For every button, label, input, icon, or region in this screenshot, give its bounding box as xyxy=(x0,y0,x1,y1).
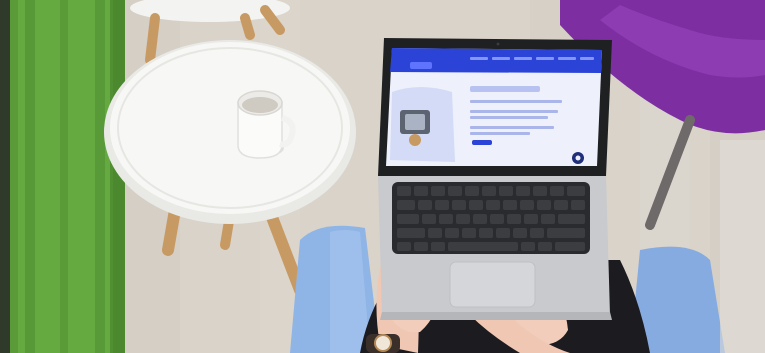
scene-svg xyxy=(0,0,765,353)
nav-item[interactable] xyxy=(580,57,594,60)
photo-scene xyxy=(0,0,765,353)
site-logo xyxy=(410,62,432,69)
camera-icon xyxy=(496,42,500,46)
site-cta-button[interactable] xyxy=(472,140,492,145)
laptop xyxy=(378,38,612,320)
site-header-bar xyxy=(390,48,602,73)
nav-item[interactable] xyxy=(492,57,510,60)
nav-item[interactable] xyxy=(536,57,554,60)
nav-item[interactable] xyxy=(558,57,576,60)
wristwatch xyxy=(366,334,400,353)
trackpad xyxy=(449,261,536,308)
right-floor-highlight xyxy=(720,140,765,353)
nav-item[interactable] xyxy=(514,57,532,60)
green-grass-bench xyxy=(10,0,125,353)
nav-item[interactable] xyxy=(470,57,488,60)
